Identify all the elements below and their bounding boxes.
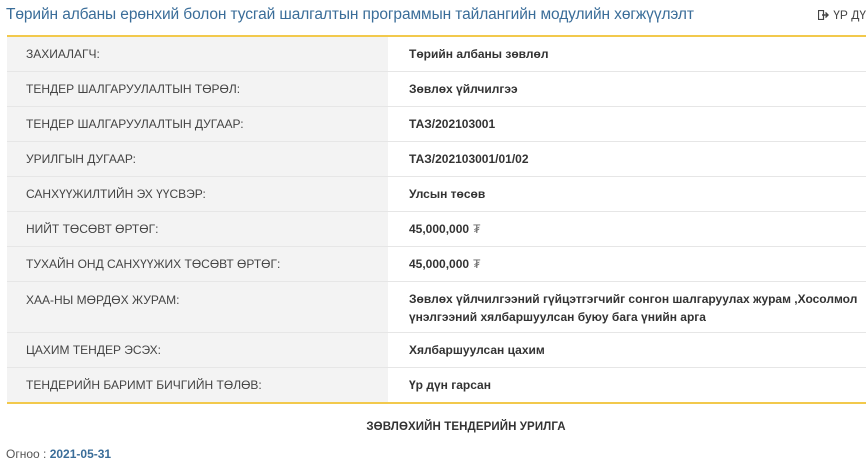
row-value: ТАЗ/202103001 — [409, 117, 496, 131]
date-value: 2021-05-31 — [49, 447, 112, 461]
table-row: ХАА-НЫ МӨРДӨХ ЖУРАМ: Зөвлөх үйлчилгээний… — [7, 282, 866, 333]
row-value: 45,000,000 ₮ — [409, 222, 481, 236]
page-header: Төрийн албаны ерөнхий болон тусгай шалга… — [0, 0, 866, 32]
sign-out-icon — [818, 10, 830, 20]
date-line: Огноо : 2021-05-31 — [6, 447, 111, 461]
table-row: ТЕНДЕР ШАЛГАРУУЛАЛТЫН ДУГААР: ТАЗ/202103… — [7, 107, 866, 142]
date-label: Огноо : — [6, 447, 47, 461]
tender-info-table: ЗАХИАЛАГЧ: Төрийн албаны зөвлөл ТЕНДЕР Ш… — [7, 35, 866, 404]
result-link[interactable]: ҮР ДҮ — [818, 8, 866, 22]
row-label: НИЙТ ТӨСӨВТ ӨРТӨГ: — [7, 212, 388, 246]
table-row: ТЕНДЕРИЙН БАРИМТ БИЧГИЙН ТӨЛӨВ: Үр дүн г… — [7, 368, 866, 402]
row-value: Хялбаршуулсан цахим — [409, 343, 545, 357]
table-row: ЗАХИАЛАГЧ: Төрийн албаны зөвлөл — [7, 37, 866, 72]
table-row: ТУХАЙН ОНД САНХҮҮЖИХ ТӨСӨВТ ӨРТӨГ: 45,00… — [7, 247, 866, 282]
row-label: ЦАХИМ ТЕНДЕР ЭСЭХ: — [7, 333, 388, 367]
section-title: ЗӨВЛӨХИЙН ТЕНДЕРИЙН УРИЛГА — [366, 421, 566, 433]
table-row: ТЕНДЕР ШАЛГАРУУЛАЛТЫН ТӨРӨЛ: Зөвлөх үйлч… — [7, 72, 866, 107]
row-label: ХАА-НЫ МӨРДӨХ ЖУРАМ: — [7, 282, 388, 332]
table-row: САНХҮҮЖИЛТИЙН ЭХ ҮҮСВЭР: Улсын төсөв — [7, 177, 866, 212]
row-label: САНХҮҮЖИЛТИЙН ЭХ ҮҮСВЭР: — [7, 177, 388, 211]
row-label: ТЕНДЕР ШАЛГАРУУЛАЛТЫН ДУГААР: — [7, 107, 388, 141]
row-value: Улсын төсөв — [409, 187, 486, 201]
row-value: ТАЗ/202103001/01/02 — [409, 152, 529, 166]
page-title: Төрийн албаны ерөнхий болон тусгай шалга… — [6, 6, 694, 23]
row-value: 45,000,000 ₮ — [409, 257, 481, 271]
row-label: УРИЛГЫН ДУГААР: — [7, 142, 388, 176]
row-label: ТЕНДЕР ШАЛГАРУУЛАЛТЫН ТӨРӨЛ: — [7, 72, 388, 106]
tugrik-currency-icon: ₮ — [473, 222, 481, 236]
row-value: Төрийн албаны зөвлөл — [409, 47, 549, 61]
table-row: НИЙТ ТӨСӨВТ ӨРТӨГ: 45,000,000 ₮ — [7, 212, 866, 247]
table-row: ЦАХИМ ТЕНДЕР ЭСЭХ: Хялбаршуулсан цахим — [7, 333, 866, 368]
row-value: Зөвлөх үйлчилгээний гүйцэтгэгчийг сонгон… — [409, 292, 858, 324]
row-value: Үр дүн гарсан — [409, 378, 491, 392]
row-label: ТЕНДЕРИЙН БАРИМТ БИЧГИЙН ТӨЛӨВ: — [7, 368, 388, 402]
result-link-label[interactable]: ҮР ДҮ — [833, 8, 866, 22]
table-row: УРИЛГЫН ДУГААР: ТАЗ/202103001/01/02 — [7, 142, 866, 177]
row-label: ЗАХИАЛАГЧ: — [7, 37, 388, 71]
row-value: Зөвлөх үйлчилгээ — [409, 82, 518, 96]
row-label: ТУХАЙН ОНД САНХҮҮЖИХ ТӨСӨВТ ӨРТӨГ: — [7, 247, 388, 281]
tugrik-currency-icon: ₮ — [473, 257, 481, 271]
